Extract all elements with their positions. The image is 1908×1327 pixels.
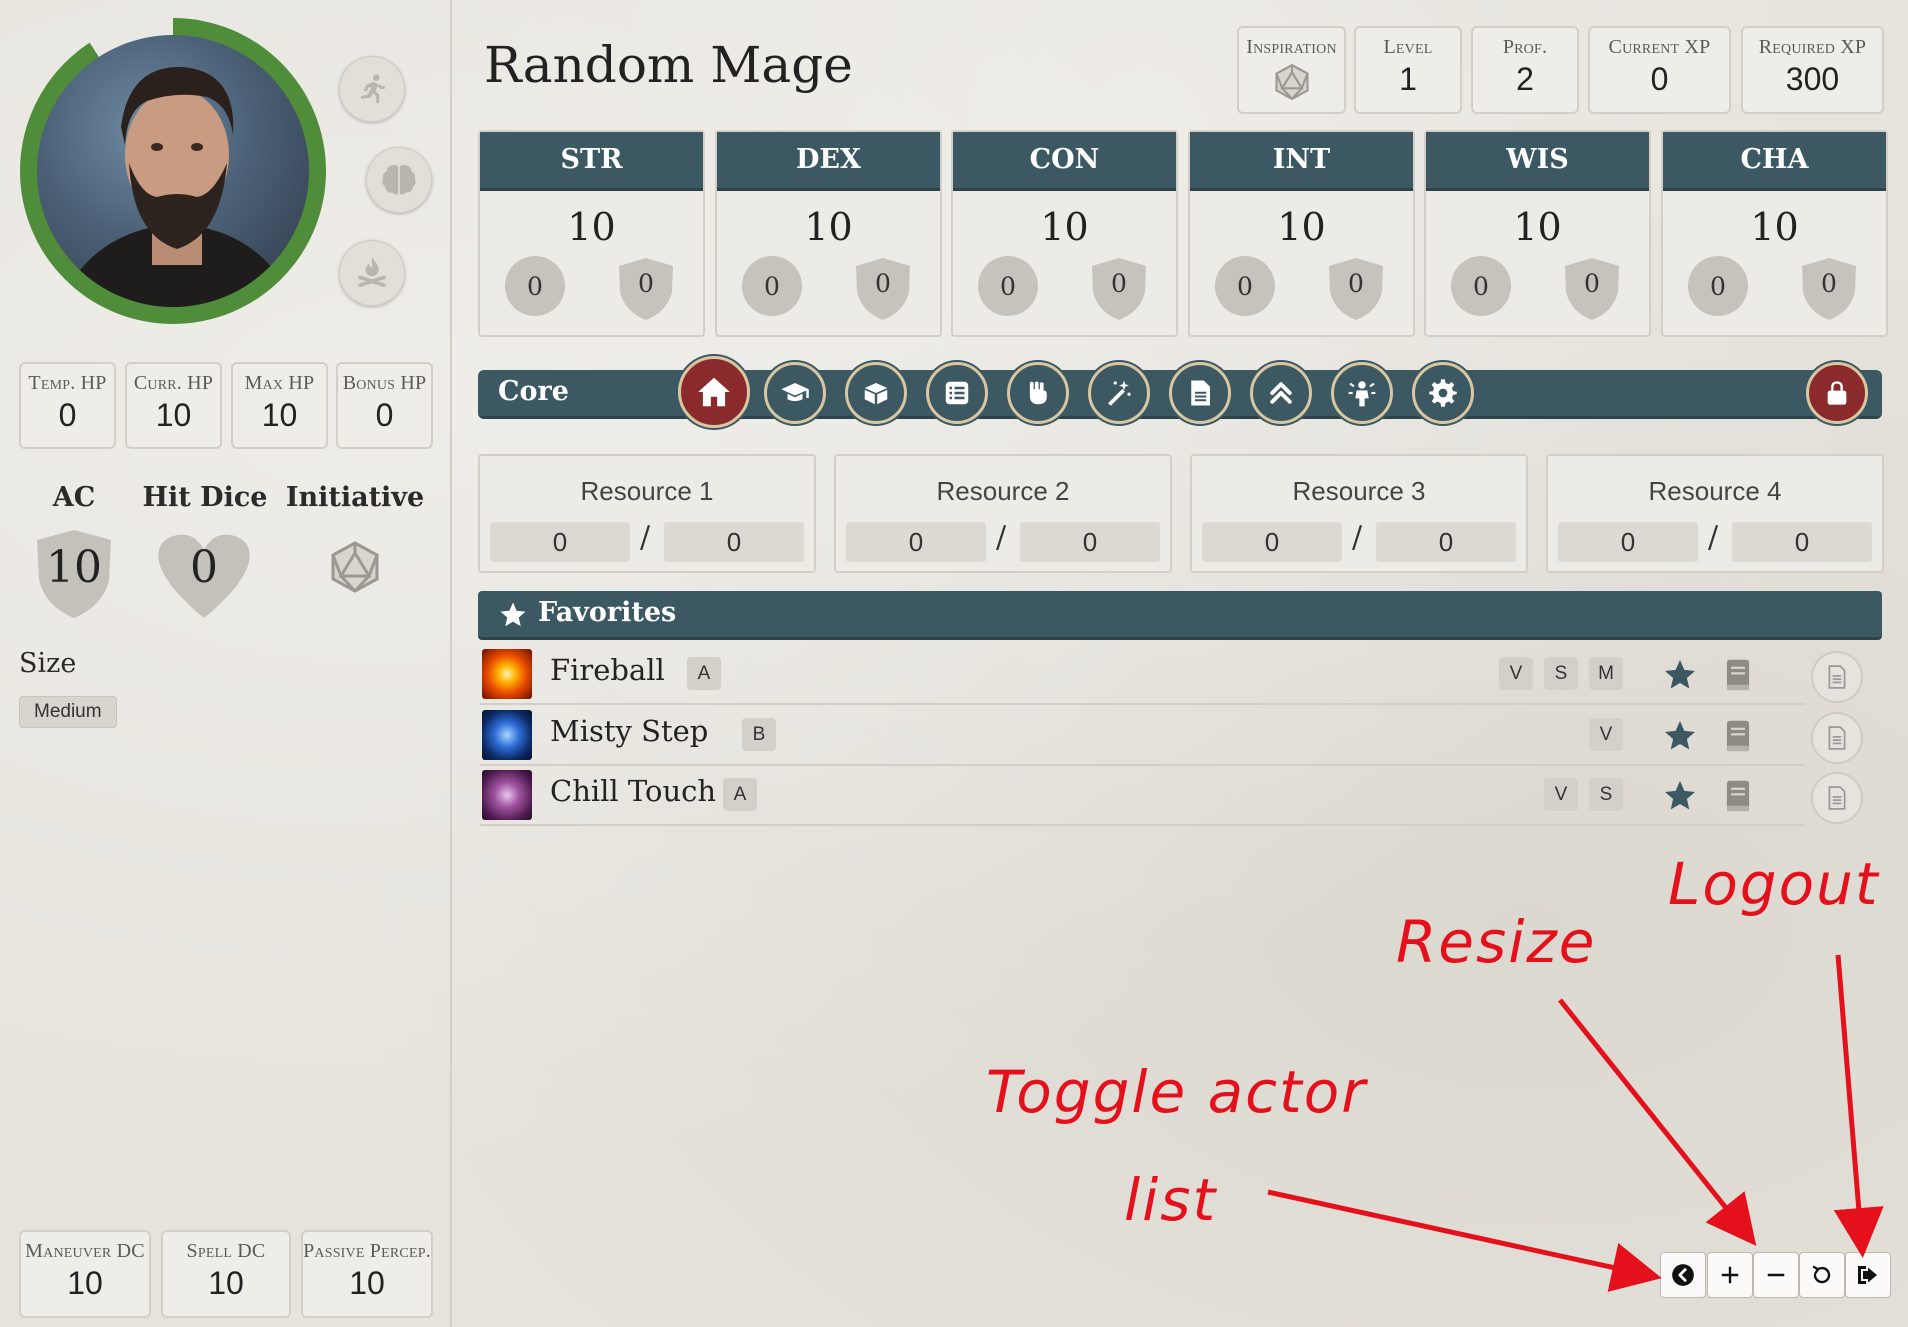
annotation-toggle-line2: list <box>1124 1166 1218 1234</box>
annotation-resize: Resize <box>1396 908 1597 976</box>
annotation-arrows <box>1267 954 1884 1292</box>
annotation-arrow-toggle <box>1267 1189 1662 1292</box>
annotation-arrow-resize <box>1558 998 1757 1246</box>
annotation-arrow-logout <box>1833 954 1884 1258</box>
annotation-toggle-line1: Toggle actor <box>986 1058 1368 1126</box>
annotation-logout: Logout <box>1668 850 1880 918</box>
